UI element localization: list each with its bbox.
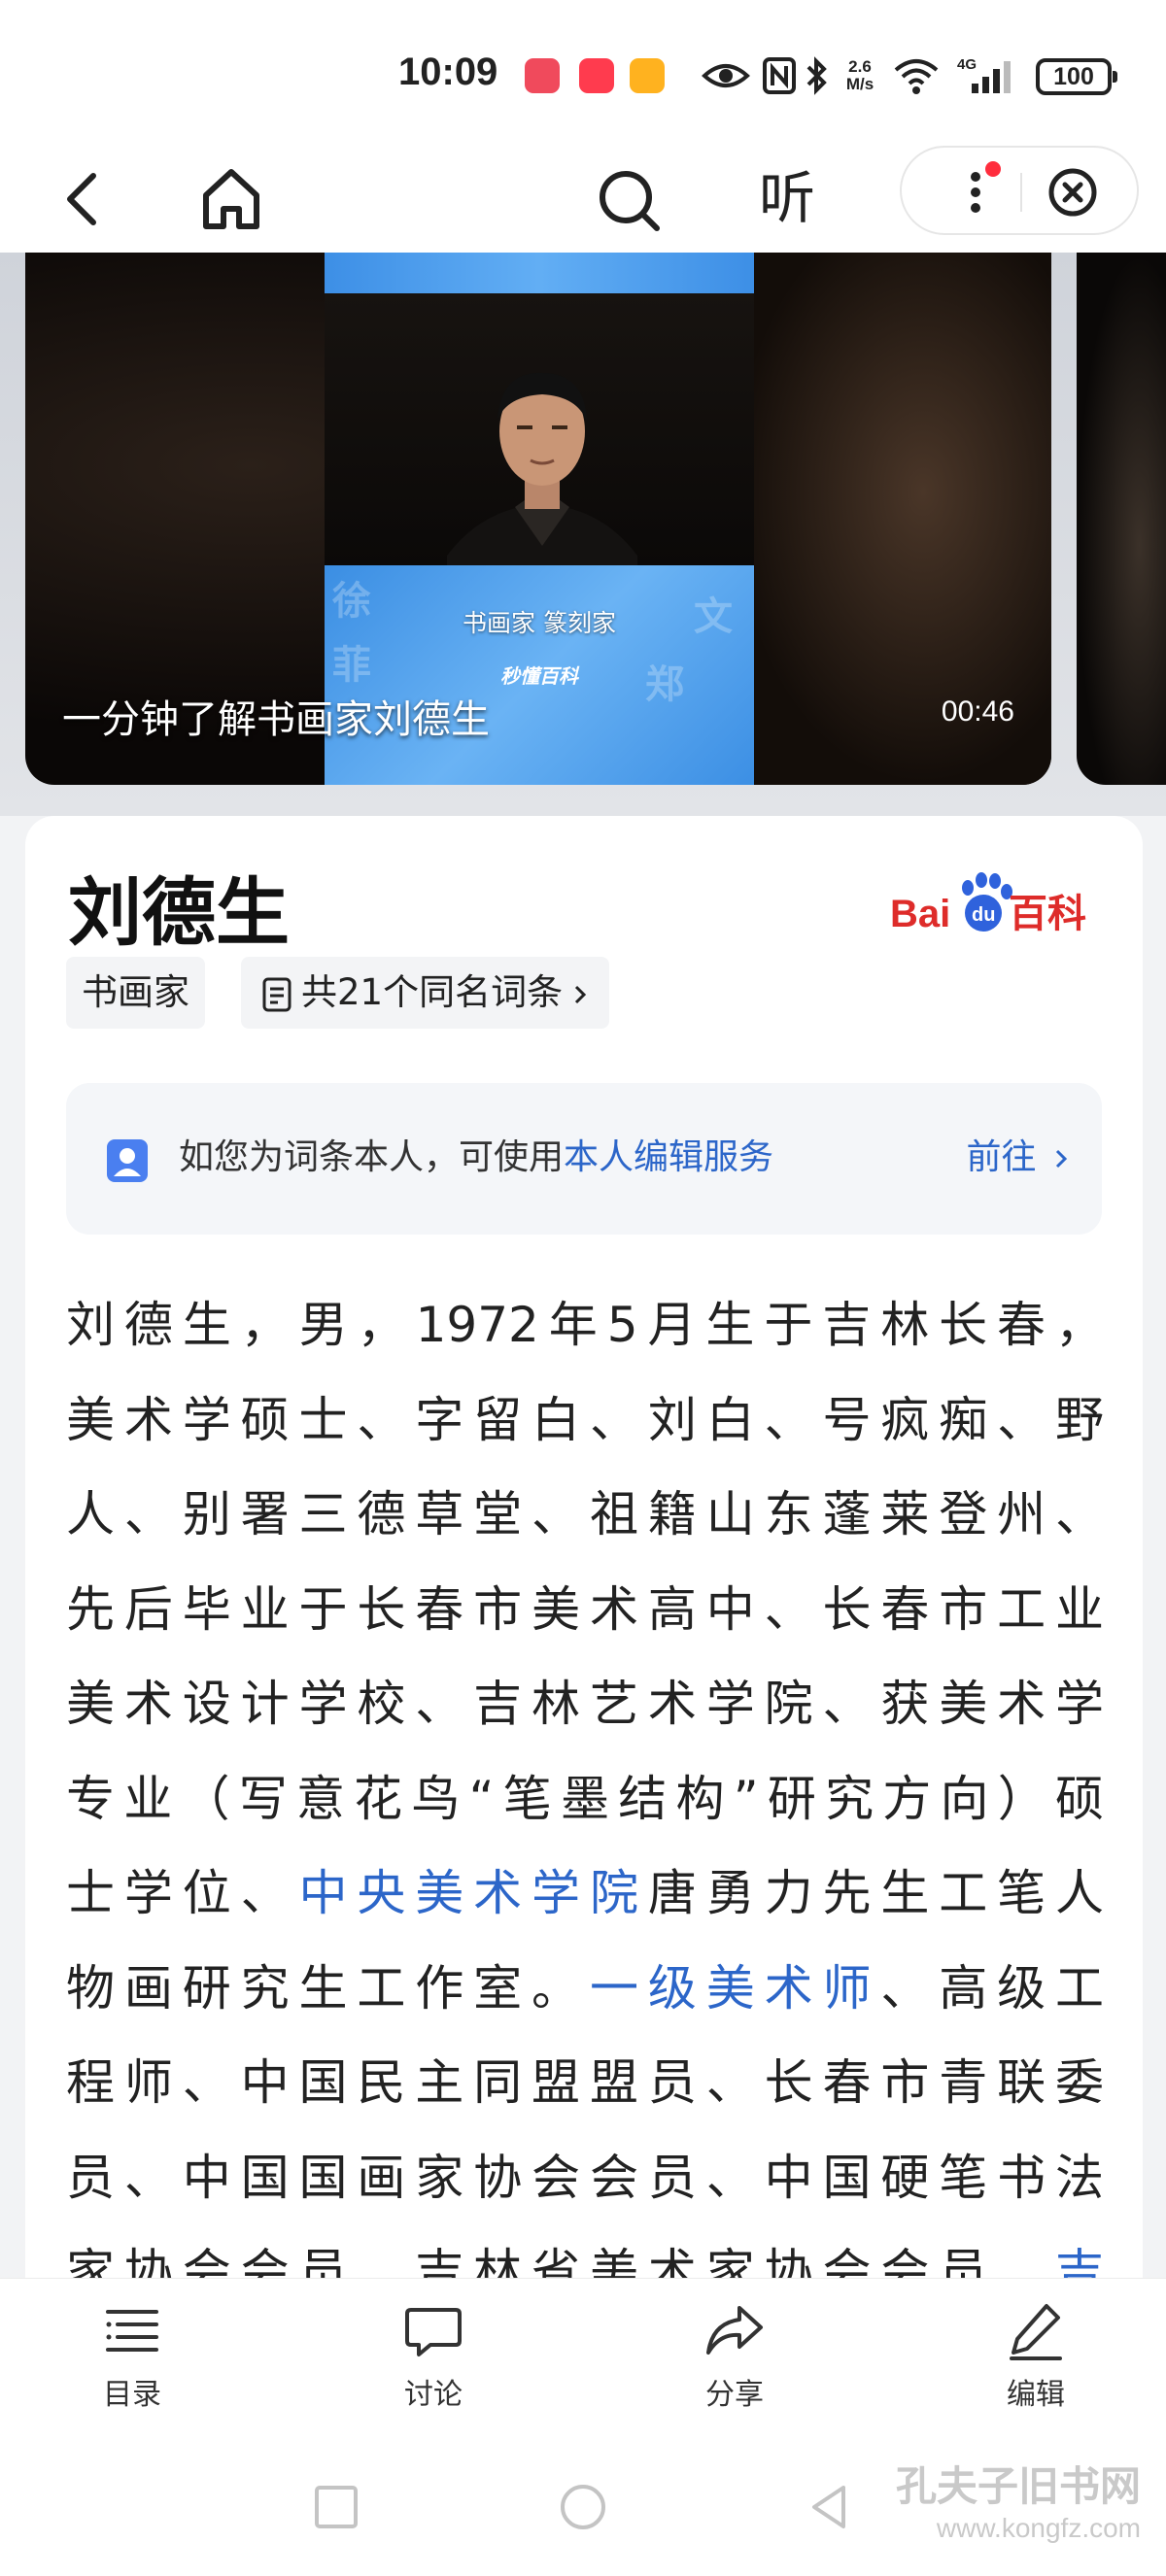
video-duration: 00:46 [941,695,1014,728]
recent-apps-icon[interactable] [309,2480,363,2534]
notification-dot [985,161,1001,177]
summary-line: 士学位、中央美术学院唐勇力先生工笔人 [66,1847,1104,1942]
eye-icon [702,64,750,87]
close-circle-icon[interactable] [1044,163,1102,221]
status-time: 10:09 [398,51,498,93]
tag-profession[interactable]: 书画家 [66,957,205,1029]
search-button[interactable] [591,160,669,238]
notice-prefix: 如您为词条本人，可使用 [179,1137,565,1177]
summary-line: 刘德生，男，1972年5月生于吉林长春， [66,1297,1104,1353]
summary-line: 美术学硕士、字留白、刘白、号疯痴、野 [66,1391,1104,1448]
nfc-icon [763,57,796,94]
battery-icon: 100 [1036,58,1117,95]
poster-top-band [325,253,754,293]
poster-photo-area [325,293,754,606]
wifi-icon [894,59,939,94]
entry-title: 刘德生 [68,869,290,956]
edit-button[interactable]: 编辑 [968,2298,1104,2424]
video-carousel: 徐 菲 郑 文 书画家 篆刻家 秒懂百科 一分钟了解书画家刘德生 00:46 [0,253,1166,816]
chevron-right-icon [1055,1149,1068,1169]
mini-program-capsule [900,146,1139,235]
entry-summary: 刘德生，男，1972年5月生于吉林长春， 美术学硕士、字留白、刘白、号疯痴、野 … [66,1278,1104,2292]
watermark-title: 孔夫子旧书网 [895,2462,1141,2510]
watermark: 孔夫子旧书网 www.kongfz.com [896,2454,1141,2544]
go-label: 前往 [966,1137,1037,1177]
net-speed-unit: M/s [845,75,874,93]
contents-label: 目录 [103,2378,161,2412]
link-first-class-artist[interactable]: 一级美术师 [590,1960,880,2017]
bottom-toolbar: 目录 讨论 分享 编辑 [0,2278,1166,2443]
notice-text: 如您为词条本人，可使用本人编辑服务 [179,1134,773,1182]
go-button[interactable]: 前往 [967,1134,1075,1182]
chevron-right-icon [575,985,587,1003]
baidu-baike-logo: Bai du 百科 [890,872,1086,936]
share-button[interactable]: 分享 [667,2298,803,2424]
self-edit-service-link[interactable]: 本人编辑服务 [564,1137,773,1177]
self-edit-notice: 如您为词条本人，可使用本人编辑服务 前往 [66,1083,1102,1235]
same-name-label: 共21个同名词条 [301,971,564,1013]
share-icon [706,2306,763,2355]
back-arrow-icon [67,173,96,225]
video-card[interactable]: 徐 菲 郑 文 书画家 篆刻家 秒懂百科 一分钟了解书画家刘德生 00:46 [25,253,1051,785]
cellular-signal-icon [972,61,1011,93]
poster-subtitle: 书画家 篆刻家 [463,609,616,637]
video-title: 一分钟了解书画家刘德生 [62,697,490,742]
discuss-label: 讨论 [404,2378,463,2412]
poster-bottom-band: 徐 菲 郑 文 书画家 篆刻家 秒懂百科 [325,565,754,785]
share-label: 分享 [705,2378,764,2412]
summary-line: 程师、中国民主同盟盟员、长春市青联委 [66,2054,1104,2111]
comment-icon [405,2308,462,2356]
back-triangle-icon[interactable] [803,2480,857,2534]
app-notification-icon [579,58,614,93]
summary-line: 美术设计学校、吉林艺术学院、获美术学 [66,1676,1104,1732]
app-notification-icon [525,58,560,93]
summary-line: 先后毕业于长春市美术高中、长春市工业 [66,1580,1104,1638]
listen-button[interactable]: 听 [748,159,826,237]
poster-brand: 秒懂百科 [500,664,578,688]
user-card-icon [107,1139,148,1182]
summary-line: 专业（写意花鸟“笔墨结构”研究方向）硕 [66,1770,1104,1827]
watermark-url: www.kongfz.com [936,2513,1141,2543]
summary-line: 物画研究生工作室。一级美术师、高级工 [66,1942,1104,2037]
status-bar: 10:09 2.6 M/s 4G 100 [0,0,1166,146]
document-list-icon [262,977,292,1011]
svg-text:Bai: Bai [890,893,950,935]
contents-button[interactable]: 目录 [64,2298,200,2424]
home-circle-icon[interactable] [556,2480,610,2534]
summary-text: 士学位、 [66,1865,299,1921]
link-cafa[interactable]: 中央美术学院 [299,1865,648,1921]
home-icon [203,169,259,229]
discuss-button[interactable]: 讨论 [365,2298,501,2424]
list-icon [106,2310,158,2352]
svg-text:百科: 百科 [1009,892,1086,936]
summary-line: 人、别署三德草堂、祖籍山东蓬莱登州、 [66,1486,1104,1542]
search-icon [600,171,660,231]
summary-line: 员、中国国画家协会会员、中国硬笔书法 [66,2149,1104,2206]
summary-text: 物画研究生工作室。 [66,1959,590,2017]
same-name-entries-button[interactable]: 共21个同名词条 [241,957,610,1029]
svg-text:du: du [972,904,995,926]
network-speed: 2.6 M/s [838,58,882,93]
edit-label: 编辑 [1007,2378,1065,2412]
entry-card: 刘德生 Bai du 百科 书画家 共21个同名词条 如您为词条本人，可使用本人… [25,816,1143,2292]
video-card-next[interactable] [1077,253,1166,785]
summary-text: 唐勇力先生工笔人 [647,1865,1104,1921]
app-notification-icon [630,58,665,93]
summary-text: 、高级工 [880,1959,1104,2017]
edit-pencil-icon [1010,2304,1062,2360]
net-speed-value: 2.6 [848,57,872,76]
back-button[interactable] [43,160,120,238]
capsule-divider [1020,173,1022,212]
home-button[interactable] [192,160,270,238]
bluetooth-icon [806,56,827,95]
